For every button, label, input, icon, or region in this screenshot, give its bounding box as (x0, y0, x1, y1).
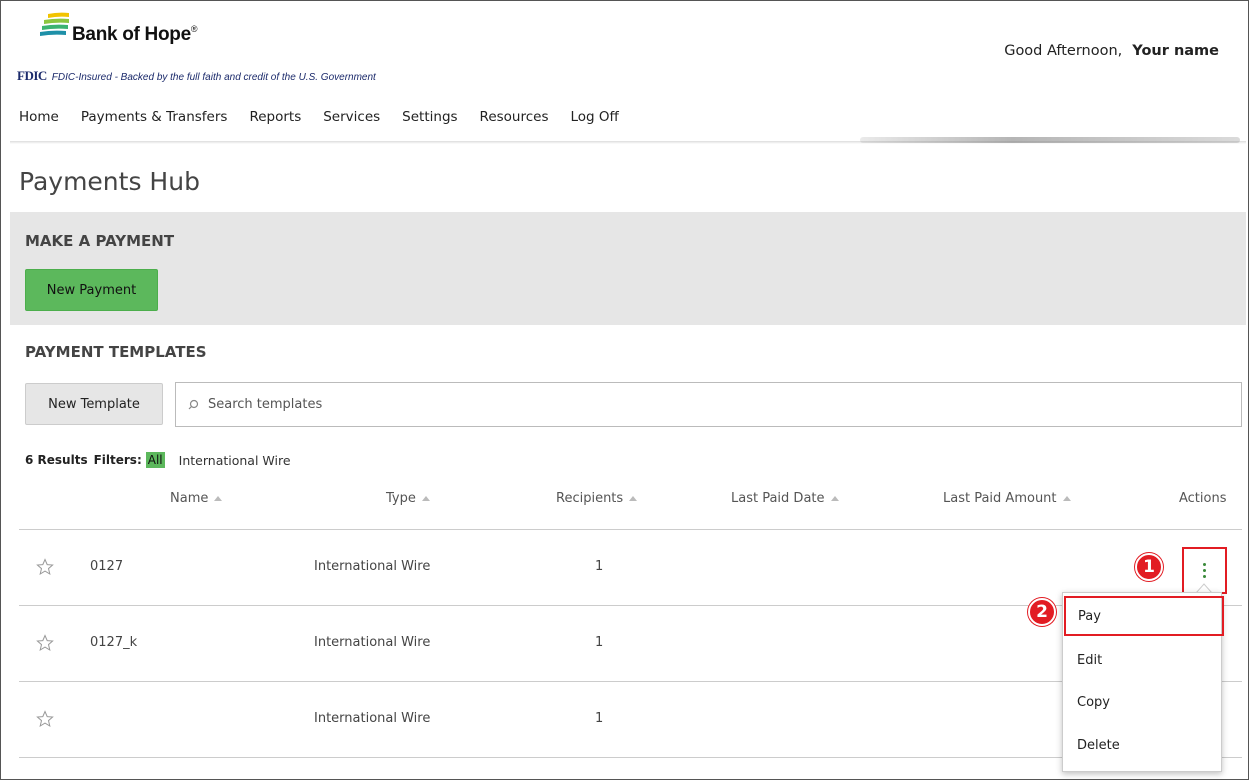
make-payment-title: MAKE A PAYMENT (25, 232, 175, 250)
row-type: International Wire (314, 559, 431, 574)
nav-reports[interactable]: Reports (249, 109, 301, 125)
sort-icon (421, 496, 430, 501)
table-row[interactable]: International Wire 1 (19, 682, 1242, 758)
star-outline-icon[interactable] (36, 710, 54, 728)
column-header-recipients[interactable]: Recipients (556, 491, 638, 506)
main-nav: Home Payments & Transfers Reports Servic… (19, 109, 619, 125)
row-recipients: 1 (595, 711, 604, 726)
table-row[interactable]: 0127 International Wire 1 (19, 530, 1242, 606)
row-recipients: 1 (595, 559, 604, 574)
filters-label: Filters: (93, 453, 142, 467)
fdic-text: FDIC-Insured - Backed by the full faith … (51, 72, 376, 83)
menu-item-edit[interactable]: Edit (1063, 639, 1223, 681)
kebab-menu-icon (1203, 562, 1206, 580)
search-icon (188, 399, 199, 409)
column-header-actions: Actions (1179, 491, 1227, 506)
row-type: International Wire (314, 635, 431, 650)
star-outline-icon[interactable] (36, 634, 54, 652)
menu-item-delete[interactable]: Delete (1063, 724, 1223, 766)
row-name: 0127_k (90, 635, 138, 650)
sort-icon (214, 496, 223, 501)
sort-icon (629, 496, 638, 501)
star-outline-icon[interactable] (36, 558, 54, 576)
fdic-banner: FDIC FDIC-Insured - Backed by the full f… (17, 68, 376, 84)
column-header-name[interactable]: Name (170, 491, 223, 506)
column-header-type[interactable]: Type (386, 491, 430, 506)
menu-item-pay[interactable]: Pay (1064, 596, 1224, 636)
fdic-logo: FDIC (17, 68, 47, 83)
callout-badge-1: 1 (1135, 553, 1163, 581)
menu-item-copy[interactable]: Copy (1063, 681, 1223, 723)
column-header-last-paid-date[interactable]: Last Paid Date (731, 491, 839, 506)
search-templates-box (175, 382, 1242, 427)
brand-name: Bank of Hope® (72, 24, 198, 45)
page-title: Payments Hub (19, 167, 200, 196)
sort-icon (1062, 496, 1071, 501)
nav-home[interactable]: Home (19, 109, 59, 125)
new-payment-button[interactable]: New Payment (25, 269, 158, 311)
header-shadow (860, 137, 1240, 143)
search-templates-input[interactable] (208, 397, 1108, 412)
filter-international-wire[interactable]: International Wire (179, 453, 291, 468)
filters-row: 6 Results Filters: All International Wir… (25, 452, 291, 468)
nav-settings[interactable]: Settings (402, 109, 457, 125)
greeting-text: Good Afternoon, (1004, 43, 1123, 59)
new-template-button[interactable]: New Template (25, 383, 163, 425)
row-recipients: 1 (595, 635, 604, 650)
actions-menu: Pay Edit Copy Delete (1062, 592, 1224, 772)
bank-of-hope-logo-icon (40, 12, 69, 36)
make-payment-panel: MAKE A PAYMENT New Payment (10, 212, 1246, 325)
column-header-last-paid-amount[interactable]: Last Paid Amount (943, 491, 1071, 506)
row-type: International Wire (314, 711, 431, 726)
table-row[interactable]: 0127_k International Wire 1 (19, 606, 1242, 682)
nav-payments-transfers[interactable]: Payments & Transfers (81, 109, 228, 125)
user-name: Your name (1132, 43, 1219, 59)
filter-all[interactable]: All (145, 452, 165, 468)
greeting: Good Afternoon, Your name (1004, 43, 1219, 59)
results-count: 6 Results (25, 453, 88, 467)
nav-services[interactable]: Services (323, 109, 380, 125)
sort-icon (830, 496, 839, 501)
nav-log-off[interactable]: Log Off (571, 109, 619, 125)
row-name: 0127 (90, 559, 124, 574)
nav-resources[interactable]: Resources (480, 109, 549, 125)
callout-badge-2: 2 (1028, 598, 1056, 626)
payment-templates-title: PAYMENT TEMPLATES (25, 343, 207, 361)
